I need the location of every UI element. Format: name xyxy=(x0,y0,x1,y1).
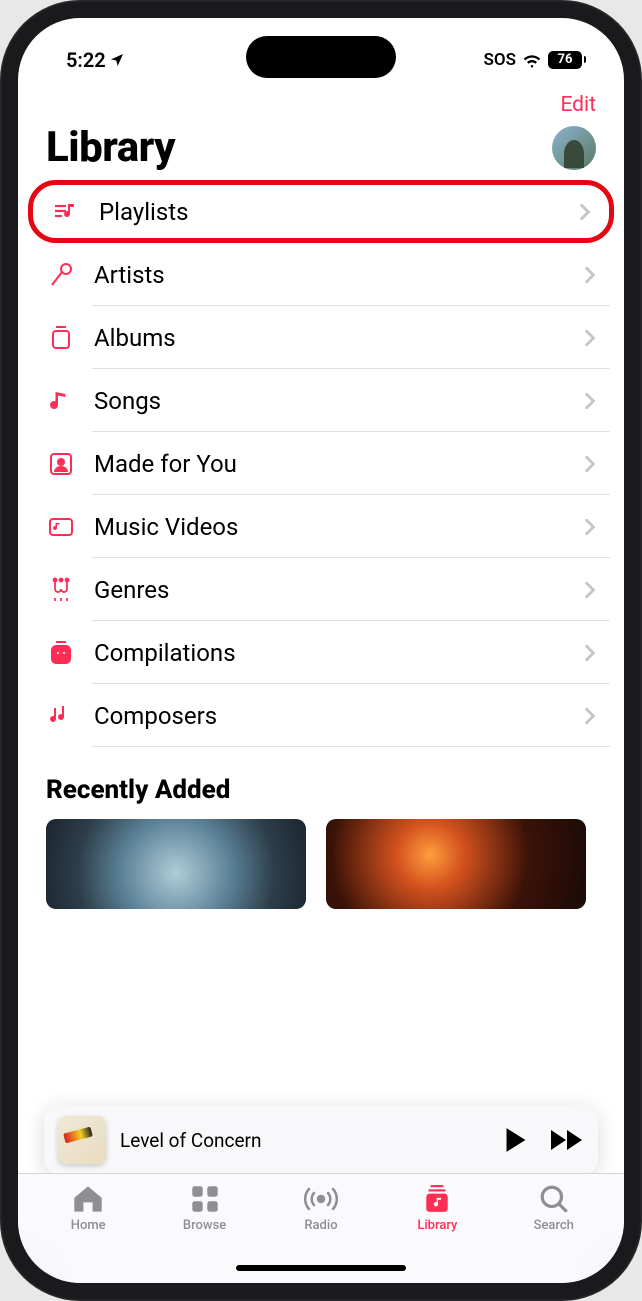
list-item-label: Genres xyxy=(94,576,566,604)
library-item-albums[interactable]: Albums xyxy=(32,306,610,369)
video-icon xyxy=(46,512,76,542)
album-artwork[interactable] xyxy=(326,819,586,909)
list-item-label: Artists xyxy=(94,261,566,289)
edit-button[interactable]: Edit xyxy=(560,93,596,117)
status-sos: SOS xyxy=(484,50,516,70)
composers-icon xyxy=(46,701,76,731)
radio-icon xyxy=(304,1184,338,1214)
list-item-label: Made for You xyxy=(94,450,566,478)
library-item-compilations[interactable]: Compilations xyxy=(32,621,610,684)
tab-label: Home xyxy=(71,1218,106,1233)
library-item-playlists[interactable]: Playlists xyxy=(28,180,614,243)
album-icon xyxy=(46,323,76,353)
tab-label: Browse xyxy=(183,1218,226,1233)
list-item-label: Music Videos xyxy=(94,513,566,541)
library-item-genres[interactable]: Genres xyxy=(32,558,610,621)
list-item-label: Playlists xyxy=(99,198,561,226)
library-item-made-for-you[interactable]: Made for You xyxy=(32,432,610,495)
tab-label: Search xyxy=(534,1218,574,1233)
dynamic-island xyxy=(246,36,396,78)
battery-indicator: 76 xyxy=(548,51,586,69)
header: Library xyxy=(18,123,624,180)
list-item-label: Songs xyxy=(94,387,566,415)
mini-player-artwork[interactable] xyxy=(58,1116,106,1164)
playlists-icon xyxy=(51,197,81,227)
status-time: 5:22 xyxy=(66,48,106,72)
chevron-right-icon xyxy=(584,581,596,599)
guitar-icon xyxy=(46,575,76,605)
tab-label: Radio xyxy=(304,1218,337,1233)
chevron-right-icon xyxy=(584,329,596,347)
next-button[interactable] xyxy=(550,1129,584,1151)
home-icon xyxy=(72,1184,104,1214)
chevron-right-icon xyxy=(584,644,596,662)
note-icon xyxy=(46,386,76,416)
mic-icon xyxy=(46,260,76,290)
profile-avatar[interactable] xyxy=(552,126,596,170)
library-icon xyxy=(422,1184,452,1214)
tab-search[interactable]: Search xyxy=(509,1184,599,1283)
library-list: Playlists Artists xyxy=(18,180,624,747)
person-icon xyxy=(46,449,76,479)
chevron-right-icon xyxy=(579,203,591,221)
search-icon xyxy=(539,1184,569,1214)
chevron-right-icon xyxy=(584,707,596,725)
library-item-composers[interactable]: Composers xyxy=(32,684,610,747)
album-artwork[interactable] xyxy=(46,819,306,909)
chevron-right-icon xyxy=(584,266,596,284)
list-item-label: Composers xyxy=(94,702,566,730)
nav-bar: Edit xyxy=(18,83,624,123)
tab-home[interactable]: Home xyxy=(43,1184,133,1283)
mini-player-track: Level of Concern xyxy=(120,1129,490,1152)
mini-player[interactable]: Level of Concern xyxy=(44,1105,598,1175)
screen: 5:22 SOS 76 Edit Library xyxy=(18,18,624,1283)
home-indicator[interactable] xyxy=(236,1265,406,1271)
location-icon xyxy=(109,52,125,68)
library-item-songs[interactable]: Songs xyxy=(32,369,610,432)
browse-icon xyxy=(190,1184,220,1214)
tab-label: Library xyxy=(417,1218,457,1233)
phone-frame: 5:22 SOS 76 Edit Library xyxy=(0,0,642,1301)
chevron-right-icon xyxy=(584,392,596,410)
list-item-label: Compilations xyxy=(94,639,566,667)
page-title: Library xyxy=(46,123,175,172)
chevron-right-icon xyxy=(584,455,596,473)
library-item-artists[interactable]: Artists xyxy=(32,243,610,306)
wifi-icon xyxy=(522,52,542,68)
play-button[interactable] xyxy=(504,1127,528,1153)
chevron-right-icon xyxy=(584,518,596,536)
list-item-label: Albums xyxy=(94,324,566,352)
compilation-icon xyxy=(46,638,76,668)
recently-added-title: Recently Added xyxy=(18,747,624,819)
library-item-music-videos[interactable]: Music Videos xyxy=(32,495,610,558)
recently-added-row[interactable] xyxy=(18,819,624,909)
